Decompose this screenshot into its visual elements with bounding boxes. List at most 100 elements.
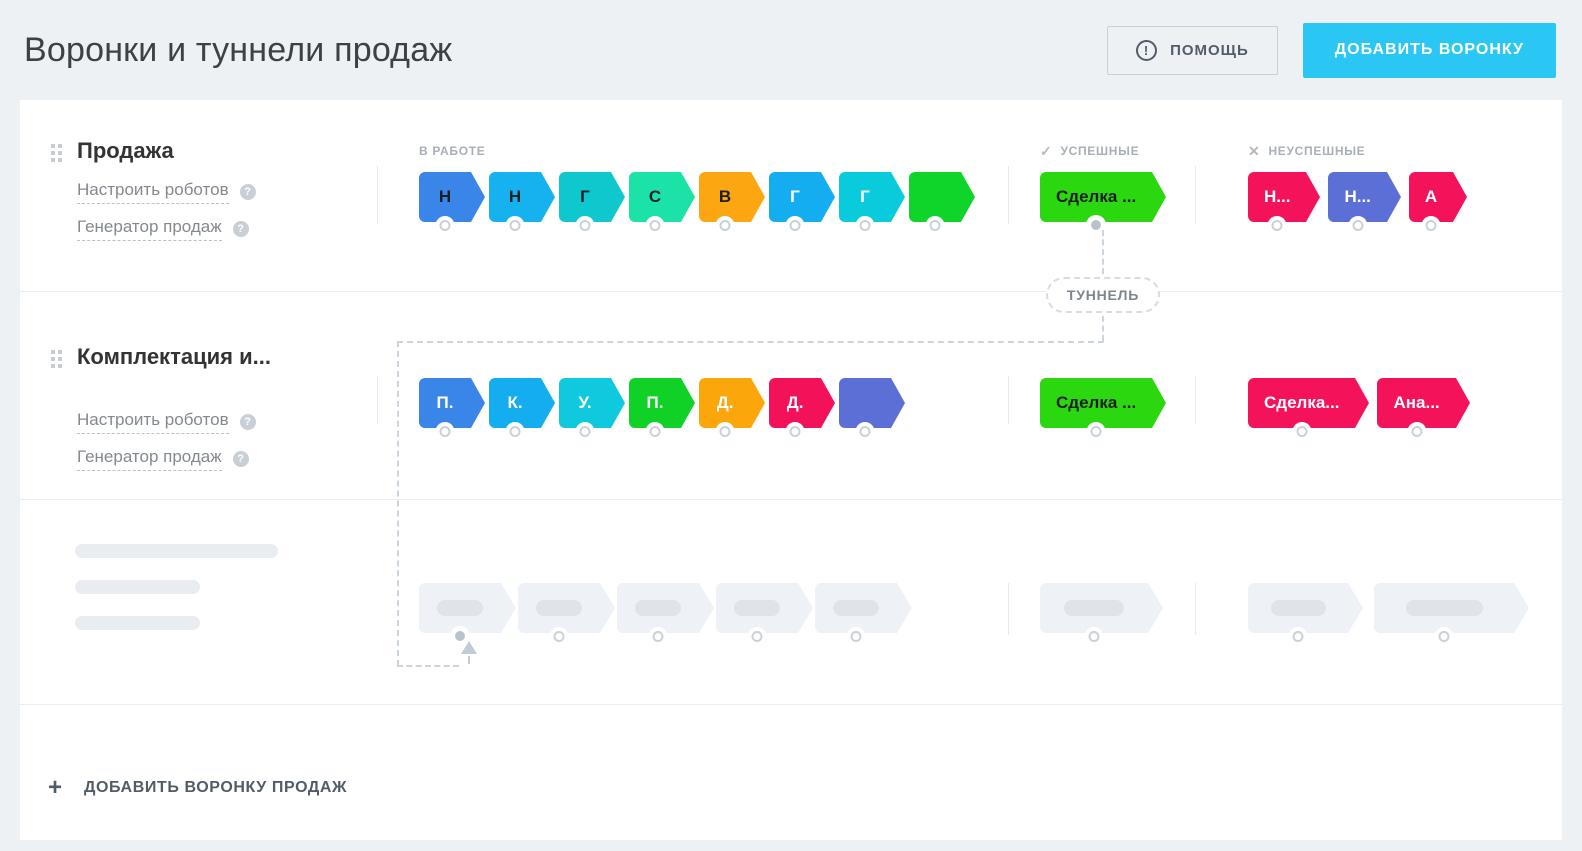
divider xyxy=(377,376,378,424)
divider xyxy=(1195,376,1196,424)
stage-label: П. xyxy=(436,393,454,412)
skeleton-bar xyxy=(75,616,200,630)
stage-chip[interactable]: П. xyxy=(419,378,485,437)
skeleton-stage-bar xyxy=(734,600,780,616)
stage-chip[interactable]: К. xyxy=(489,378,555,437)
stage-connector-dot[interactable] xyxy=(1296,426,1308,437)
stage-connector-dot[interactable] xyxy=(719,426,731,437)
stage-chip[interactable]: Н xyxy=(489,172,555,231)
stage-connector-dot[interactable] xyxy=(1271,220,1283,231)
skeleton-stage-bar xyxy=(1270,600,1326,616)
stage-label: Сделка ... xyxy=(1056,393,1137,412)
skeleton-bar xyxy=(75,544,278,558)
funnel-1-sales-generator-link[interactable]: Генератор продаж xyxy=(77,217,222,241)
funnel-2-configure-robots-link[interactable]: Настроить роботов xyxy=(77,410,229,434)
stage-connector-dot[interactable] xyxy=(1411,426,1423,437)
stage-chip[interactable] xyxy=(839,378,905,437)
stage-connector-dot[interactable] xyxy=(649,220,661,231)
stage-label: Г xyxy=(790,187,800,206)
stage-chip[interactable]: А xyxy=(1408,172,1468,231)
drag-handle-icon[interactable] xyxy=(51,350,62,368)
funnel-1-fail-chips: Н... Н... А xyxy=(1248,172,1562,231)
question-icon[interactable]: ? xyxy=(232,221,249,237)
stage-connector-dot[interactable] xyxy=(649,426,661,437)
stage-chip[interactable]: Г xyxy=(769,172,835,231)
funnel-1-configure-robots-link[interactable]: Настроить роботов xyxy=(77,180,229,204)
stage-label: В xyxy=(718,187,732,206)
add-sales-funnel-button[interactable]: + ДОБАВИТЬ ВОРОНКУ ПРОДАЖ xyxy=(48,776,347,800)
stage-chip[interactable]: У. xyxy=(559,378,625,437)
funnel-1-info: Продажа Настроить роботов ? Генератор пр… xyxy=(20,100,377,291)
stage-chip[interactable]: Ана... xyxy=(1377,378,1470,437)
stage-chip[interactable]: Д. xyxy=(769,378,835,437)
divider xyxy=(377,166,378,224)
stage-connector-dot[interactable] xyxy=(929,220,941,231)
funnel-2-sales-generator-link[interactable]: Генератор продаж xyxy=(77,447,222,471)
stage-label: К. xyxy=(507,393,523,412)
stage-chip[interactable]: Г xyxy=(839,172,905,231)
section-label-success: ✓ УСПЕШНЫЕ xyxy=(1040,142,1140,159)
info-circle-icon: ! xyxy=(1136,39,1158,61)
skeleton-bar xyxy=(75,580,200,594)
stage-chip[interactable]: В xyxy=(699,172,765,231)
stage-chip[interactable]: П. xyxy=(629,378,695,437)
stage-connector-dot[interactable] xyxy=(1090,426,1102,437)
funnel-2-progress-chips: П. К. У. П. Д. Д. xyxy=(419,378,1008,437)
funnel-2-success-chips: Сделка ... xyxy=(1040,378,1195,437)
stage-connector-dot[interactable] xyxy=(719,220,731,231)
stage-chip[interactable]: Н... xyxy=(1248,172,1322,231)
stage-connector-dot[interactable] xyxy=(1425,220,1437,231)
stage-chip[interactable]: С xyxy=(629,172,695,231)
stage-connector-dot[interactable] xyxy=(439,426,451,437)
stage-chip[interactable] xyxy=(909,172,975,231)
stage-label: Д. xyxy=(786,393,804,412)
skeleton-stage-bar xyxy=(1405,600,1483,616)
stage-connector-dot[interactable] xyxy=(439,220,451,231)
skeleton-fail-chips xyxy=(1248,583,1562,642)
stage-connector-dot xyxy=(751,631,763,642)
stage-connector-dot[interactable] xyxy=(579,220,591,231)
stage-connector-dot[interactable] xyxy=(789,220,801,231)
stage-chip[interactable]: Н xyxy=(419,172,485,231)
stage-label: А xyxy=(1424,187,1438,206)
funnel-2-title[interactable]: Комплектация и... xyxy=(77,344,377,370)
question-icon[interactable]: ? xyxy=(239,414,256,430)
question-icon[interactable]: ? xyxy=(232,451,249,467)
tunnel-badge[interactable]: ТУННЕЛЬ xyxy=(1046,277,1160,313)
section-label-in-progress: В РАБОТЕ xyxy=(419,144,486,158)
cross-icon: ✕ xyxy=(1248,142,1261,159)
stage-chip[interactable]: Д. xyxy=(699,378,765,437)
skeleton-stage-chip xyxy=(518,583,615,642)
skeleton-stage-chip xyxy=(617,583,714,642)
stage-connector-dot[interactable] xyxy=(1089,218,1104,232)
question-icon[interactable]: ? xyxy=(239,184,256,200)
funnel-2-stages: П. К. У. П. Д. Д. Сделка ... Сделка... Ана... xyxy=(377,292,1562,499)
stage-connector-dot[interactable] xyxy=(509,220,521,231)
stage-chip[interactable]: Г xyxy=(559,172,625,231)
stage-connector-dot[interactable] xyxy=(859,426,871,437)
stage-connector-dot[interactable] xyxy=(1352,220,1364,231)
check-icon: ✓ xyxy=(1040,142,1053,159)
stage-connector-dot[interactable] xyxy=(509,426,521,437)
stage-chip[interactable]: Сделка... xyxy=(1248,378,1371,437)
stage-label: Ана... xyxy=(1393,393,1440,412)
stage-connector-dot xyxy=(1438,631,1450,642)
stage-label: Д. xyxy=(716,393,734,412)
funnel-1-title[interactable]: Продажа xyxy=(77,138,377,164)
stage-chip[interactable]: Н... xyxy=(1328,172,1402,231)
stage-connector-dot[interactable] xyxy=(859,220,871,231)
stage-connector-dot[interactable] xyxy=(579,426,591,437)
drag-handle-icon[interactable] xyxy=(51,144,62,162)
skeleton-stage-bar xyxy=(1064,600,1124,616)
divider xyxy=(1195,166,1196,224)
stage-connector-dot xyxy=(850,631,862,642)
divider xyxy=(1008,166,1009,224)
stage-connector-dot[interactable] xyxy=(789,426,801,437)
skeleton-stage-chip xyxy=(419,583,516,643)
stage-label: С xyxy=(648,187,662,206)
add-funnel-button[interactable]: ДОБАВИТЬ ВОРОНКУ xyxy=(1302,22,1556,78)
skeleton-stage-bar xyxy=(635,600,681,616)
stage-chip[interactable]: Сделка ... xyxy=(1040,378,1167,437)
help-button[interactable]: ! ПОМОЩЬ xyxy=(1107,25,1278,75)
stage-chip[interactable]: Сделка ... xyxy=(1040,172,1167,232)
